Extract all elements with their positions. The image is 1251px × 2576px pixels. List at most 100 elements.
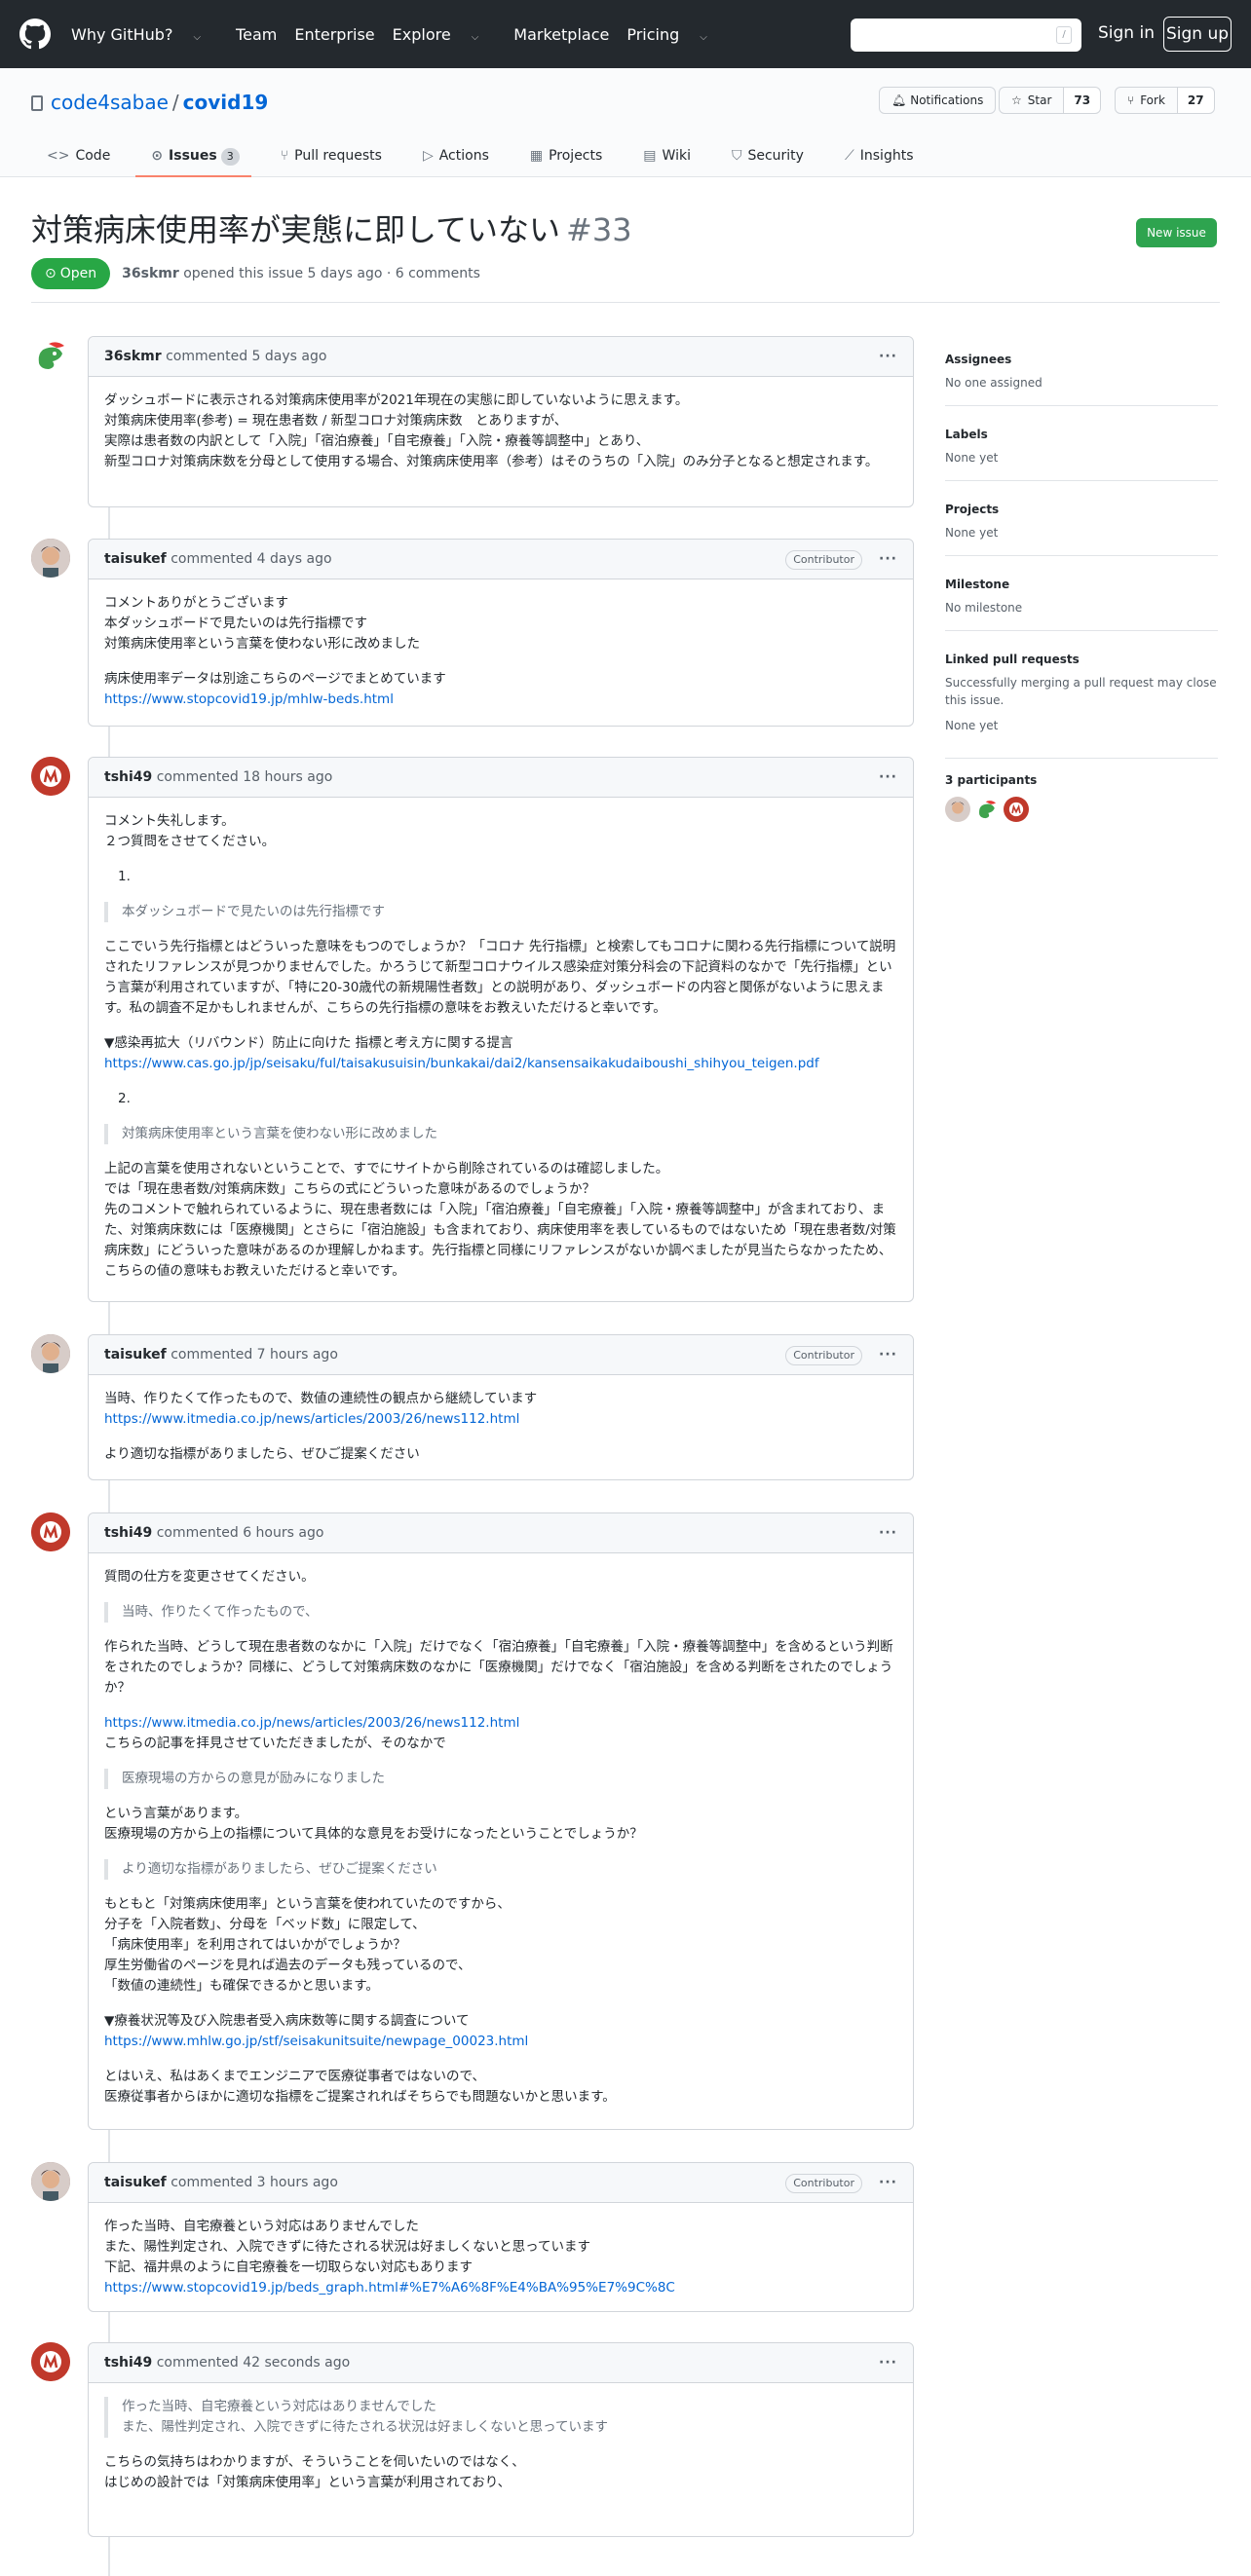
link[interactable]: https://www.stopcovid19.jp/mhlw-beds.htm… [104, 691, 394, 707]
comment-author[interactable]: tshi49 [104, 1525, 152, 1541]
comment-author[interactable]: taisukef [104, 551, 167, 567]
kebab-menu-icon[interactable]: ··· [879, 2343, 897, 2382]
divider [945, 555, 1218, 556]
pull-request-icon: ⑂ [280, 148, 289, 164]
quote: 医療現場の方からの意見が励みになりました [104, 1769, 897, 1789]
tab-security[interactable]: ⛉ Security [716, 138, 815, 177]
link[interactable]: https://www.itmedia.co.jp/news/articles/… [104, 1715, 519, 1731]
avatar-taisukef[interactable] [31, 1334, 70, 1373]
sidebar-heading: 3 participants [945, 773, 1038, 787]
comment-header: taisukef commented 3 hours ago Contributo… [89, 2163, 913, 2203]
link[interactable]: https://www.mhlw.go.jp/stf/seisakunitsui… [104, 2034, 528, 2049]
chevron-down-icon: ⌵ [700, 32, 707, 43]
nav-enterprise[interactable]: Enterprise [294, 23, 374, 47]
repo-icon [31, 95, 43, 111]
nav-marketplace[interactable]: Marketplace [513, 23, 609, 47]
comment-4: taisukef commented 7 hours ago Contributo… [88, 1334, 914, 1480]
avatar-taisukef[interactable] [31, 2162, 70, 2201]
star-icon: ☆ [1011, 93, 1022, 107]
comment-header: taisukef commented 4 days ago Contributor… [89, 540, 913, 579]
list-item: 1. [118, 869, 131, 884]
avatar-36skmr[interactable] [31, 336, 70, 375]
comment-7: tshi49 commented 42 seconds ago ··· 作った当時… [88, 2342, 914, 2537]
issue-author-link[interactable]: 36skmr [122, 264, 179, 284]
kebab-menu-icon[interactable]: ··· [879, 1513, 897, 1552]
tab-code[interactable]: <> Code [31, 138, 122, 177]
sidebar-projects: Projects None yet [945, 501, 1218, 556]
sidebar-linked-pull-requests: Linked pull requests Successfully mergin… [945, 651, 1218, 759]
sidebar-milestone: Milestone No milestone [945, 576, 1218, 631]
comment-header: tshi49 commented 18 hours ago ··· [89, 758, 913, 798]
comment-author[interactable]: 36skmr [104, 349, 162, 364]
tab-pull-requests[interactable]: ⑂ Pull requests [265, 138, 394, 177]
bell-icon: 🔔︎ [891, 93, 907, 107]
link[interactable]: https://www.stopcovid19.jp/beds_graph.ht… [104, 2280, 675, 2296]
person-avatar-icon [31, 539, 70, 578]
comment-body: 作った当時、自宅療養という対応はありませんでした また、陽性判定され、入院できずに… [89, 2383, 913, 2507]
comment-author[interactable]: tshi49 [104, 2355, 152, 2371]
tab-issues[interactable]: ⊙ Issues 3 [135, 138, 251, 177]
kebab-menu-icon[interactable]: ··· [879, 758, 897, 797]
kebab-menu-icon[interactable]: ··· [879, 337, 897, 376]
sign-up-button[interactable]: Sign up [1163, 17, 1232, 52]
sign-in-link[interactable]: Sign in [1098, 21, 1155, 47]
notifications-group: 🔔︎ Notifications [879, 87, 997, 114]
comment-author[interactable]: taisukef [104, 1347, 167, 1363]
issue-opened-icon: ⊙ [45, 266, 57, 281]
tab-actions[interactable]: ▷ Actions [407, 138, 501, 177]
fork-count[interactable]: 27 [1177, 87, 1215, 114]
participant-avatar-icon[interactable] [1004, 797, 1029, 822]
avatar-tshi49[interactable] [31, 2342, 70, 2381]
shield-icon: ⛉ [731, 148, 742, 164]
avatar-taisukef[interactable] [31, 539, 70, 578]
issue-number: #33 [566, 211, 632, 248]
sidebar-heading: Projects [945, 503, 1000, 516]
notifications-button[interactable]: 🔔︎ Notifications [879, 87, 997, 114]
fork-button[interactable]: ⑂ Fork [1115, 87, 1178, 114]
sidebar-heading: Labels [945, 428, 988, 441]
fork-icon: ⑂ [1127, 93, 1135, 107]
kebab-menu-icon[interactable]: ··· [879, 2163, 897, 2202]
comment-author[interactable]: taisukef [104, 2175, 167, 2190]
sidebar-assignees: Assignees No one assigned [945, 351, 1218, 406]
code-icon: <> [47, 148, 70, 164]
link[interactable]: https://www.cas.go.jp/jp/seisaku/ful/tai… [104, 1056, 819, 1071]
quote: 本ダッシュボードで見たいのは先行指標です [104, 902, 897, 922]
comment-author[interactable]: tshi49 [104, 769, 152, 785]
participant-avatar-icon[interactable] [945, 797, 970, 822]
tab-wiki[interactable]: ▤ Wiki [627, 138, 702, 177]
nav-team[interactable]: Team [236, 23, 277, 47]
search-input[interactable]: / [851, 19, 1081, 52]
divider [945, 480, 1218, 481]
identicon-icon [31, 1512, 70, 1551]
new-issue-button[interactable]: New issue [1136, 218, 1217, 247]
comment-3: tshi49 commented 18 hours ago ··· コメント失礼し… [88, 757, 914, 1302]
repo-tabs: <> Code ⊙ Issues 3 ⑂ Pull requests ▷ Actions … [31, 138, 939, 177]
nav-why-github[interactable]: Why GitHub? ⌵ [71, 23, 218, 47]
repo-owner-link[interactable]: code4sabae [51, 91, 169, 114]
tab-projects[interactable]: ▦ Projects [514, 138, 614, 177]
kebab-menu-icon[interactable]: ··· [879, 540, 897, 579]
nav-explore[interactable]: Explore ⌵ [393, 23, 497, 47]
comment-header: taisukef commented 7 hours ago Contributo… [89, 1335, 913, 1375]
sidebar-labels: Labels None yet [945, 426, 1218, 481]
identicon-icon [31, 757, 70, 796]
chevron-down-icon: ⌵ [193, 32, 202, 43]
repo-name-link[interactable]: covid19 [183, 91, 269, 114]
comment-5: tshi49 commented 6 hours ago ··· 質問の仕方を変更… [88, 1512, 914, 2130]
fork-group: ⑂ Fork 27 [1115, 87, 1215, 114]
tab-insights[interactable]: ⟋ Insights [829, 138, 926, 177]
star-count[interactable]: 73 [1064, 87, 1102, 114]
repo-header: code4sabae / covid19 🔔︎ Notifications ☆ Star… [0, 68, 1251, 177]
chevron-down-icon: ⌵ [471, 32, 479, 43]
global-header: Why GitHub? ⌵ Team Enterprise Explore ⌵ Ma… [0, 0, 1251, 68]
nav-pricing[interactable]: Pricing ⌵ [626, 23, 725, 47]
github-logo-icon[interactable] [19, 19, 51, 50]
avatar-tshi49[interactable] [31, 1512, 70, 1551]
link[interactable]: https://www.itmedia.co.jp/news/articles/… [104, 1411, 519, 1427]
comment-body: 質問の仕方を変更させてください。 当時、作りたくて作ったもので、 作られた当時、… [89, 1553, 913, 2121]
star-button[interactable]: ☆ Star [999, 87, 1065, 114]
avatar-tshi49[interactable] [31, 757, 70, 796]
kebab-menu-icon[interactable]: ··· [879, 1335, 897, 1374]
participant-avatar-icon[interactable] [974, 797, 1000, 822]
